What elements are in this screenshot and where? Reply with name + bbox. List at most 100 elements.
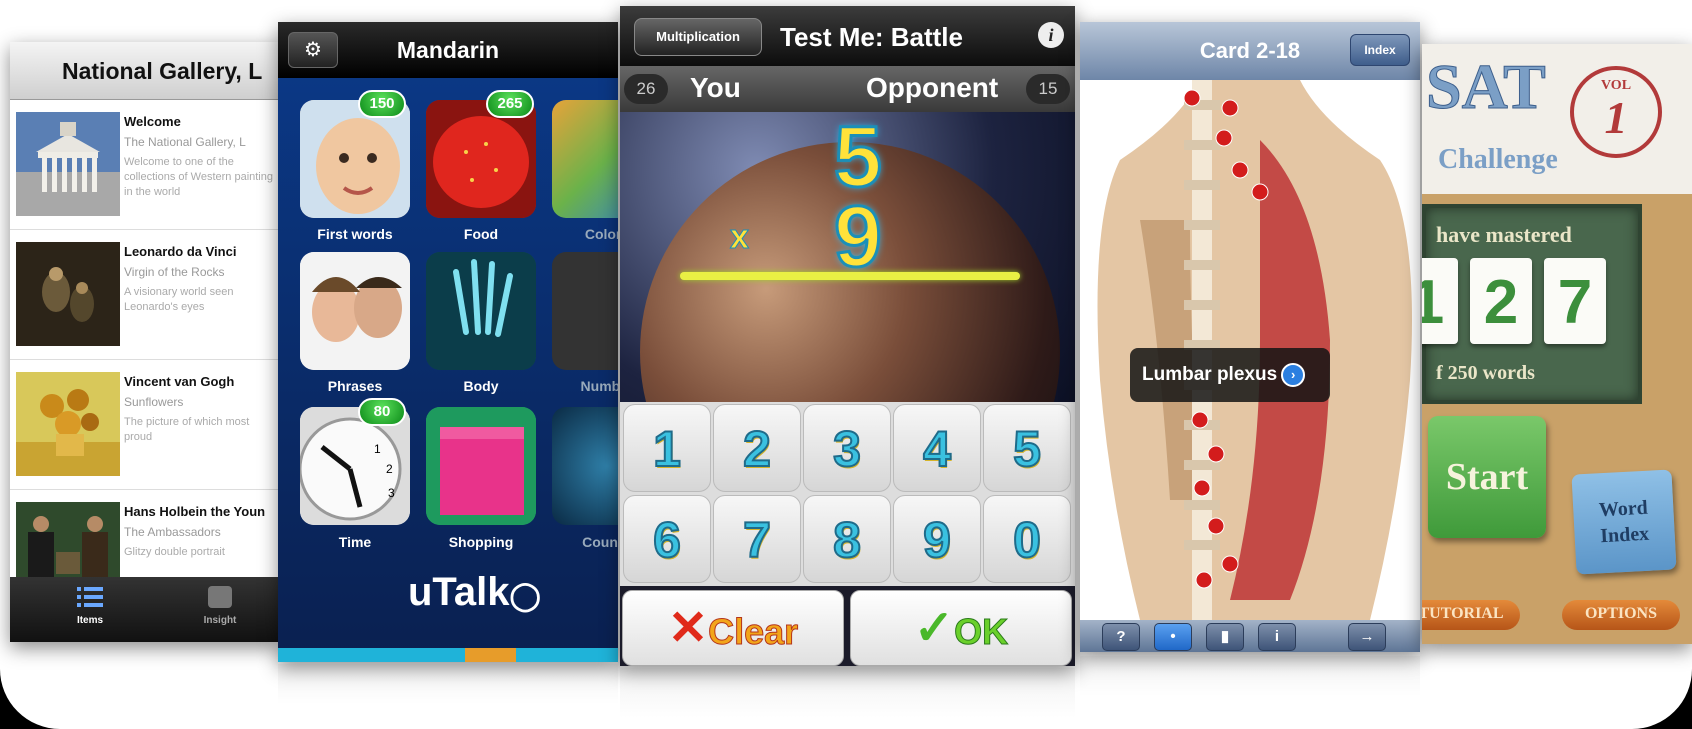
tile-countries[interactable] [552,407,618,525]
key-1[interactable]: 1 [623,404,711,492]
tile-colors[interactable] [552,100,618,218]
item-subtitle: The Ambassadors [124,525,221,539]
national-gallery-screen: National Gallery, L Welcome The National… [10,42,280,642]
item-subtitle: The National Gallery, L [124,135,246,149]
tile-label: Food [463,226,499,242]
info-icon[interactable]: i [1038,22,1064,48]
info-button[interactable]: i [1258,623,1296,651]
key-0[interactable]: 0 [983,495,1071,583]
anatomy-illustration: Lumbar plexus › [1080,80,1420,620]
logo-text: uTalk [408,570,510,614]
xray-hand-image [426,252,536,370]
ok-button[interactable]: ✓OK [850,590,1072,666]
answer-line [680,272,1020,280]
mastery-digit: 1 [1422,258,1458,344]
tile-phrases[interactable] [300,252,410,370]
pin-button[interactable]: • [1154,623,1192,651]
clear-label: Clear [708,611,799,653]
number-keypad: 1 2 3 4 5 6 7 8 9 0 [620,402,1075,586]
battle-reflection [620,668,1075,718]
gallery-list-item[interactable]: Vincent van Gogh Sunflowers The picture … [10,360,280,490]
next-arrow-button[interactable]: → [1348,623,1386,651]
mandarin-screen: Mandarin ⚙ 150 First words 265 Food Colo… [278,22,618,662]
lumbar-plexus-callout[interactable]: Lumbar plexus › [1130,348,1330,402]
multiplication-button[interactable]: Multiplication [634,18,762,56]
multiply-sign: x [730,218,750,257]
gear-icon: ⚙ [304,39,322,61]
chevron-right-icon: › [1281,363,1306,387]
sat-logo: SAT [1426,51,1547,123]
app-showcase: National Gallery, L Welcome The National… [0,0,1692,729]
insight-icon [205,583,235,611]
key-4[interactable]: 4 [893,404,981,492]
gallery-list-item[interactable]: Leonardo da Vinci Virgin of the Rocks A … [10,230,280,360]
help-button[interactable]: ? [1102,623,1140,651]
key-6[interactable]: 6 [623,495,711,583]
speech-bubble-icon: ◯ [509,580,541,611]
tab-label: Insight [203,615,237,626]
item-title: Vincent van Gogh [124,374,235,389]
opponent-score: 15 [1026,74,1070,104]
battle-title: Test Me: Battle [780,22,963,52]
score-bar: 26 You Opponent 15 [620,66,1075,112]
tab-insight[interactable]: Insight [170,583,270,626]
vol-number: 1 [1604,92,1628,143]
gallery-list-item[interactable]: Welcome The National Gallery, L Welcome … [10,100,280,230]
gallery-building-thumbnail [16,112,120,216]
tutorial-button[interactable]: TUTORIAL [1422,600,1520,630]
sunflowers-thumbnail [16,372,120,476]
gallery-tab-bar: Items Insight [10,577,280,642]
sat-challenge-screen: SAT Challenge VOL 1 have mastered 1 2 7 … [1422,44,1692,644]
item-title: Leonardo da Vinci [124,244,237,259]
tile-label: Time [338,534,372,550]
checkmark-icon: ✓ [913,602,955,655]
settings-button[interactable]: ⚙ [288,32,338,68]
virgin-of-rocks-thumbnail [16,242,120,346]
bookmark-button[interactable]: ▮ [1206,623,1244,651]
anatomy-reflection [1080,656,1420,696]
tile-label: Body [463,378,499,394]
tile-shopping[interactable] [426,407,536,525]
options-button[interactable]: OPTIONS [1562,600,1680,630]
problem-board: 5 x 9 [620,108,1075,562]
card-toolbar: ? • ▮ i → [1080,620,1420,652]
item-description: A visionary world seen Leonardo's eyes [124,286,234,313]
words-total: f 250 words [1436,362,1535,384]
index-button[interactable]: Index [1350,34,1410,66]
mandarin-reflection [278,664,618,704]
tile-label: Shopping [448,534,514,550]
svg-text:2: 2 [386,462,393,476]
clear-button[interactable]: ✕Clear [622,590,844,666]
word-count-badge: 150 [358,90,406,118]
tile-number[interactable] [552,252,618,370]
battle-screen: Multiplication Test Me: Battle i 26 You … [620,6,1075,666]
red-x-icon: ✕ [667,602,709,655]
couple-image [300,252,410,370]
progress-strip [278,648,618,662]
tab-label: Items [76,615,104,626]
challenge-label: Challenge [1438,144,1558,175]
you-label: You [690,72,741,103]
key-5[interactable]: 5 [983,404,1071,492]
start-button[interactable]: Start [1428,416,1546,538]
tile-label: Number [580,378,618,394]
tab-items[interactable]: Items [40,583,140,626]
you-score: 26 [624,74,668,104]
gallery-nav-title: National Gallery, L [10,42,280,100]
mastery-digit: 7 [1544,258,1606,344]
word-count-badge: 265 [486,90,534,118]
key-9[interactable]: 9 [893,495,981,583]
svg-text:3: 3 [388,486,395,500]
tile-body[interactable] [426,252,536,370]
item-description: The picture of which most proud [124,416,250,443]
key-7[interactable]: 7 [713,495,801,583]
word-index-button[interactable]: Word Index [1571,469,1677,575]
mastery-chalkboard: have mastered 1 2 7 f 250 words [1422,204,1642,404]
item-description: Glitzy double portrait [124,546,225,558]
key-3[interactable]: 3 [803,404,891,492]
svg-text:1: 1 [374,442,381,456]
key-8[interactable]: 8 [803,495,891,583]
key-2[interactable]: 2 [713,404,801,492]
item-subtitle: Sunflowers [124,395,184,409]
anatomy-card-screen: Card 2-18 Index Lumbar plexus › ? • ▮ i … [1080,22,1420,652]
